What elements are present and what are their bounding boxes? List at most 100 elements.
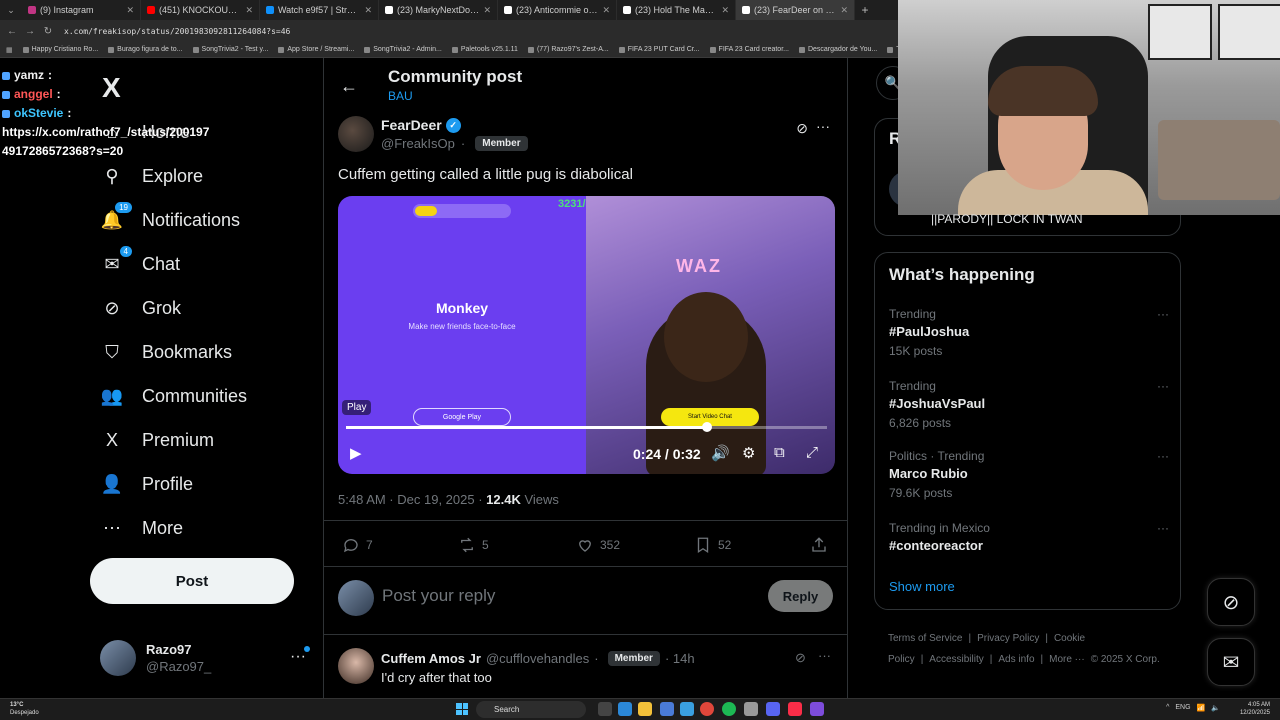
browser-tab[interactable]: Watch e9f57 | Streamable ✕ (260, 0, 379, 20)
grok-icon[interactable]: ⊘ (796, 120, 808, 137)
task-view-icon[interactable] (598, 702, 612, 716)
browser-tab[interactable]: (23) MarkyNextDoor on X: "Wi ✕ (379, 0, 498, 20)
trend-more-icon[interactable]: ··· (1157, 379, 1169, 393)
browser-tab[interactable]: (9) Instagram ✕ (22, 0, 141, 20)
post-more-icon[interactable]: ··· (816, 118, 830, 134)
edge-icon[interactable] (618, 702, 632, 716)
post-button[interactable]: Post (90, 558, 294, 604)
footer-link[interactable]: More ··· (1049, 654, 1085, 665)
sidebar-item-grok[interactable]: ⊘ Grok (100, 296, 181, 320)
sidebar-item-more[interactable]: ⋯ More (100, 516, 183, 540)
play-icon[interactable]: ▶ (350, 444, 362, 462)
bookmark-action[interactable]: 52 (694, 536, 731, 554)
footer-link[interactable]: Accessibility (929, 654, 983, 665)
url-field[interactable]: x.com/freakisop/status/20019830928112640… (64, 27, 290, 36)
trend-more-icon[interactable]: ··· (1157, 521, 1169, 535)
trend-item[interactable]: Politics · Trending Marco Rubio 79.6K post… (889, 449, 1169, 500)
browser-tab[interactable]: (23) Anticommie on X: "If that's ✕ (498, 0, 617, 20)
forward-nav-icon[interactable]: → (24, 26, 36, 37)
pip-icon[interactable]: ⧉ (774, 444, 785, 461)
chrome-icon[interactable] (700, 702, 714, 716)
settings-gear-icon[interactable]: ⚙ (742, 444, 755, 462)
store-icon[interactable] (660, 702, 674, 716)
reply-action[interactable]: 7 (342, 536, 373, 554)
bookmark-item[interactable]: Paletools v25.1.11 (451, 46, 518, 53)
apps-icon[interactable]: ▦ (6, 46, 13, 54)
back-arrow-icon[interactable]: ← (340, 76, 358, 97)
bookmark-item[interactable]: FIFA 23 Card creator... (709, 46, 789, 53)
account-switcher[interactable]: Razo97 @Razo97_ ··· (100, 638, 310, 678)
messages-fab-icon[interactable]: ✉ (1207, 638, 1255, 686)
trend-item[interactable]: Trending #PaulJoshua 15K posts ··· (889, 307, 1169, 358)
trend-more-icon[interactable]: ··· (1157, 307, 1169, 321)
video-player[interactable]: Monkey Make new friends face-to-face Goo… (338, 196, 835, 474)
trend-item[interactable]: Trending in Mexico #conteoreactor ··· (889, 521, 1169, 553)
author-avatar[interactable] (338, 116, 374, 152)
system-tray[interactable]: ^ ENG 📶 🔈 (1166, 704, 1220, 712)
windows-start-icon[interactable] (456, 703, 468, 715)
tab-list-button[interactable]: ⌄ (0, 5, 22, 16)
fullscreen-icon[interactable]: ⤢ (806, 444, 818, 461)
bookmark-item[interactable]: (77) Razo97's Zest-A... (527, 46, 609, 53)
sidebar-item-explore[interactable]: ⚲ Explore (100, 164, 203, 188)
discord-icon[interactable] (766, 702, 780, 716)
bookmark-item[interactable]: SongTrivia2 - Test y... (192, 46, 268, 53)
trend-more-icon[interactable]: ··· (1157, 449, 1169, 463)
bookmark-item[interactable]: Happy Cristiano Ro... (22, 46, 98, 53)
share-action[interactable] (810, 536, 828, 554)
grok-fab-icon[interactable]: ⊘ (1207, 578, 1255, 626)
comment-author-name[interactable]: Cuffem Amos Jr (381, 651, 481, 666)
tab-close-icon[interactable]: ✕ (840, 5, 848, 16)
footer-link[interactable]: Terms of Service (888, 633, 962, 644)
bookmark-item[interactable]: FIFA 23 PUT Card Cr... (618, 46, 700, 53)
reload-icon[interactable]: ↻ (42, 26, 54, 37)
footer-link[interactable]: Ads info (998, 654, 1034, 665)
bookmark-item[interactable]: Descargador de You... (798, 46, 877, 53)
music-icon[interactable] (788, 702, 802, 716)
author-handle[interactable]: @FreakIsOp (381, 136, 455, 151)
footer-link[interactable]: Privacy Policy (977, 633, 1039, 644)
spotify-icon[interactable] (722, 702, 736, 716)
sidebar-item-bookmarks[interactable]: ⛉ Bookmarks (100, 340, 232, 364)
reply-input[interactable]: Post your reply (382, 586, 495, 606)
sidebar-item-chat[interactable]: ✉ 4 Chat (100, 246, 180, 276)
sidebar-item-communities[interactable]: 👥 Communities (100, 384, 247, 408)
browser-tab[interactable]: (451) KNOCKOUT CHAOS | Am ✕ (141, 0, 260, 20)
comment-more-icon[interactable]: ··· (818, 648, 831, 663)
comment-author-handle[interactable]: @cufflovehandles (486, 651, 589, 666)
file-explorer-icon[interactable] (638, 702, 652, 716)
account-more-icon[interactable]: ··· (290, 648, 306, 666)
mail-app-icon[interactable] (680, 702, 694, 716)
tab-close-icon[interactable]: ✕ (721, 5, 729, 16)
tab-close-icon[interactable]: ✕ (126, 5, 134, 16)
comment-avatar[interactable] (338, 648, 374, 684)
trend-item[interactable]: Trending #JoshuaVsPaul 6,826 posts ··· (889, 379, 1169, 430)
bookmark-item[interactable]: App Store / Streami... (278, 46, 354, 53)
community-link[interactable]: BAU (388, 89, 413, 103)
clock[interactable]: 4:05 AM 12/20/2025 (1240, 701, 1270, 717)
obs-icon[interactable] (744, 702, 758, 716)
video-scrubber-knob[interactable] (701, 422, 712, 432)
tab-close-icon[interactable]: ✕ (483, 5, 491, 16)
taskbar-search[interactable]: Search (476, 701, 586, 718)
comment-grok-icon[interactable]: ⊘ (795, 650, 806, 666)
video-progress-bar[interactable] (346, 422, 827, 432)
sidebar-item-premium[interactable]: X Premium (100, 428, 214, 452)
footer-link[interactable]: © 2025 X Corp. (1091, 654, 1160, 665)
post-timestamp[interactable]: 5:48 AM · Dec 19, 2025 · (338, 492, 486, 507)
back-nav-icon[interactable]: ← (6, 26, 18, 37)
volume-icon[interactable]: 🔊 (711, 444, 730, 462)
bookmark-item[interactable]: SongTrivia2 - Admin... (364, 46, 442, 53)
like-action[interactable]: 352 (576, 536, 620, 554)
sidebar-item-profile[interactable]: 👤 Profile (100, 472, 193, 496)
new-tab-button[interactable]: + (855, 3, 875, 17)
reply-button[interactable]: Reply (768, 580, 833, 612)
bookmark-item[interactable]: Burago figura de to... (108, 46, 183, 53)
author-name[interactable]: FearDeer (381, 117, 442, 133)
show-more-link[interactable]: Show more (889, 579, 955, 594)
tab-close-icon[interactable]: ✕ (364, 5, 372, 16)
weather-widget[interactable]: 13°C Despejado (10, 701, 39, 717)
browser-tab[interactable]: (23) Hold The Mayo on X: "Mo ✕ (617, 0, 736, 20)
app-icon[interactable] (810, 702, 824, 716)
comment-time[interactable]: · 14h (665, 651, 695, 666)
